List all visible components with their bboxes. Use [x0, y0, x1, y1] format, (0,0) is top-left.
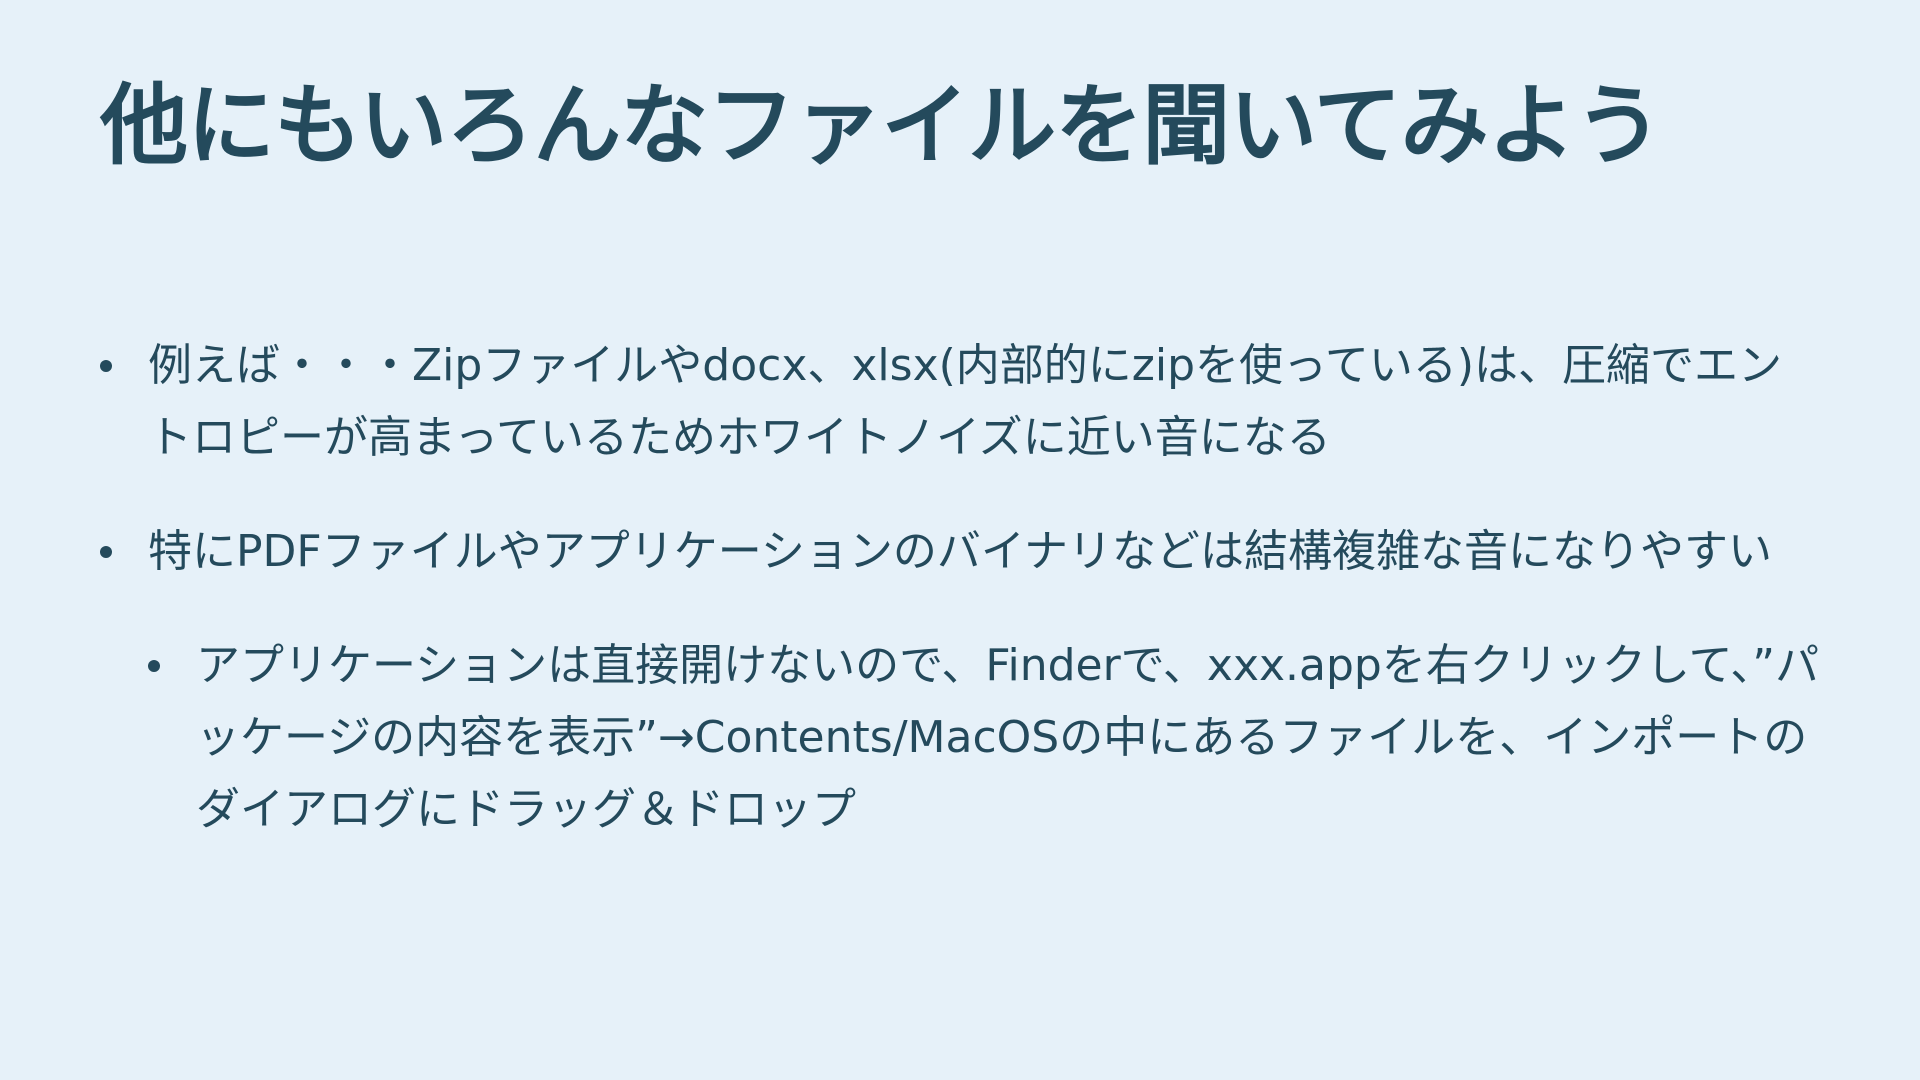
- slide: 他にもいろんなファイルを聞いてみよう 例えば・・・Zipファイルやdocx、xl…: [0, 0, 1920, 1080]
- bullet-item-pdf: 特にPDFファイルやアプリケーションのバイナリなどは結構複雑な音になりやすい: [100, 516, 1820, 588]
- bullet-text: 特にPDFファイルやアプリケーションのバイナリなどは結構複雑な音になりやすい: [148, 526, 1772, 577]
- sub-bullet-item-app: アプリケーションは直接開けないので、Finderで、xxx.appを右クリックし…: [148, 630, 1820, 846]
- bullet-dot-icon: [148, 660, 160, 672]
- bullet-text: 例えば・・・Zipファイルやdocx、xlsx(内部的にzipを使っている)は、…: [148, 340, 1782, 463]
- bullet-item-zip: 例えば・・・Zipファイルやdocx、xlsx(内部的にzipを使っている)は、…: [100, 330, 1820, 474]
- bullet-dot-icon: [100, 360, 112, 372]
- bullet-dot-icon: [100, 546, 112, 558]
- bullet-text: アプリケーションは直接開けないので、Finderで、xxx.appを右クリックし…: [196, 640, 1820, 835]
- slide-title: 他にもいろんなファイルを聞いてみよう: [100, 74, 1663, 177]
- bullet-list: 例えば・・・Zipファイルやdocx、xlsx(内部的にzipを使っている)は、…: [100, 330, 1820, 846]
